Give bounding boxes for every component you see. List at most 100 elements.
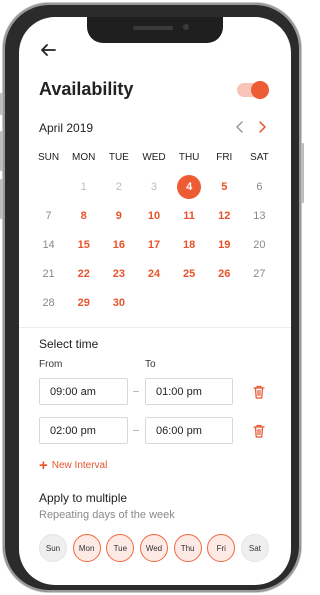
page-title: Availability [39, 79, 134, 99]
availability-toggle[interactable] [237, 81, 269, 99]
chevron-left-icon[interactable] [233, 119, 247, 135]
calendar-day-number: 4 [177, 174, 202, 199]
calendar-day-number: 3 [150, 180, 158, 193]
toggle-knob [251, 81, 269, 99]
calendar-day-selected[interactable]: 4 [172, 172, 207, 201]
weekday-header: SUN MON TUE WED THU FRI SAT [31, 152, 277, 163]
calendar-day[interactable]: 17 [136, 230, 171, 259]
day-chip-thu[interactable]: Thu [173, 534, 202, 562]
calendar-day[interactable]: 2 [101, 172, 136, 201]
from-label: From [39, 359, 63, 370]
new-interval-label: New Interval [51, 460, 108, 471]
calendar-day[interactable]: 5 [207, 172, 242, 201]
interval-1-to-field[interactable]: 01:00 pm [145, 378, 233, 405]
chevron-right-icon[interactable] [255, 119, 269, 135]
front-camera [183, 24, 189, 30]
weekday-label: FRI [216, 152, 233, 163]
calendar-day-number: 22 [77, 267, 90, 280]
phone-frame: Availability April 2019 SUN MON TUE WED THU F… [0, 3, 304, 592]
calendar-day[interactable]: 20 [242, 230, 277, 259]
interval-2-to-field[interactable]: 06:00 pm [145, 417, 233, 444]
calendar-day[interactable]: 7 [31, 201, 66, 230]
day-chip-sat[interactable]: Sat [240, 534, 269, 562]
plus-icon: + [39, 457, 48, 474]
calendar-day-number: 18 [183, 238, 196, 251]
calendar-day[interactable]: 23 [101, 259, 136, 288]
calendar-day-number: 11 [183, 209, 195, 222]
calendar-day-number: 27 [253, 267, 266, 280]
weekday-label: SAT [250, 152, 269, 163]
calendar-day[interactable]: 16 [101, 230, 136, 259]
calendar-day-number: 1 [80, 180, 87, 193]
calendar-day[interactable]: 25 [172, 259, 207, 288]
speaker [133, 26, 173, 30]
month-label: April 2019 [39, 121, 94, 135]
weekday-label: TUE [108, 152, 129, 163]
calendar-day[interactable]: 9 [101, 201, 136, 230]
mute-switch [0, 93, 3, 115]
day-chip-wed[interactable]: Wed [139, 534, 168, 562]
calendar-day-number: 25 [183, 267, 196, 280]
apply-multiple-subtitle: Repeating days of the week [39, 509, 175, 521]
divider [19, 327, 291, 328]
calendar-day[interactable]: 24 [136, 259, 171, 288]
calendar-day[interactable]: 8 [66, 201, 101, 230]
calendar-day-number: 5 [221, 180, 228, 193]
calendar-day-number: 20 [253, 238, 266, 251]
calendar-day[interactable]: 3 [136, 172, 171, 201]
weekday-label: WED [142, 152, 166, 163]
trash-icon[interactable] [253, 385, 265, 399]
back-arrow-icon[interactable] [39, 41, 57, 59]
calendar-day-number: 13 [253, 209, 266, 222]
calendar-day[interactable]: 11 [172, 201, 207, 230]
calendar-week: 28 29 30 [31, 288, 277, 317]
calendar-day-number: 26 [218, 267, 231, 280]
calendar-day[interactable]: 14 [31, 230, 66, 259]
calendar-day[interactable]: 1 [66, 172, 101, 201]
calendar-day-number: 8 [80, 209, 87, 222]
calendar-day[interactable]: 10 [136, 201, 171, 230]
app-screen: Availability April 2019 SUN MON TUE WED THU F… [19, 17, 291, 585]
calendar-day[interactable]: 18 [172, 230, 207, 259]
calendar-day[interactable]: 6 [242, 172, 277, 201]
calendar-day[interactable]: 21 [31, 259, 66, 288]
calendar-day-number: 2 [115, 180, 122, 193]
new-interval-button[interactable]: + New Interval [39, 458, 107, 473]
volume-down-button [0, 179, 3, 219]
calendar-day[interactable]: 22 [66, 259, 101, 288]
calendar-day[interactable]: 19 [207, 230, 242, 259]
calendar-day-number: 19 [218, 238, 231, 251]
volume-up-button [0, 131, 3, 171]
calendar-day-number: 24 [147, 267, 161, 280]
calendar-day[interactable]: 15 [66, 230, 101, 259]
calendar-day-number: 23 [112, 267, 125, 280]
interval-1-from-field[interactable]: 09:00 am [39, 378, 128, 405]
calendar-day[interactable]: 29 [66, 288, 101, 317]
calendar-day[interactable]: 30 [101, 288, 136, 317]
day-chip-fri[interactable]: Fri [207, 534, 236, 562]
weekday-chips: Sun Mon Tue Wed Thu Fri Sat [39, 534, 269, 562]
calendar-day-number: 16 [112, 238, 125, 251]
select-time-title: Select time [39, 337, 99, 351]
calendar-day[interactable]: 27 [242, 259, 277, 288]
day-chip-tue[interactable]: Tue [106, 534, 135, 562]
calendar-day[interactable]: 12 [207, 201, 242, 230]
calendar-day-number: 9 [115, 209, 122, 222]
calendar-day-number: 6 [256, 180, 263, 193]
calendar-day-number: 10 [147, 209, 161, 222]
calendar-grid: 1 2 3 4 5 6 7 8 9 10 11 12 13 14 15 16 17 18 19 20 21 22 23 24 2… [31, 172, 277, 317]
calendar-day[interactable]: 13 [242, 201, 277, 230]
day-chip-sun[interactable]: Sun [39, 534, 67, 562]
day-chip-mon[interactable]: Mon [72, 534, 101, 562]
interval-2-from-field[interactable]: 02:00 pm [39, 417, 128, 444]
weekday-label: SUN [38, 152, 60, 163]
calendar-day-number: 12 [218, 209, 231, 222]
apply-multiple-title: Apply to multiple [39, 491, 128, 505]
power-button [301, 143, 304, 203]
calendar-day[interactable]: 28 [31, 288, 66, 317]
trash-icon[interactable] [253, 424, 265, 438]
range-dash [133, 391, 139, 392]
calendar-day[interactable]: 26 [207, 259, 242, 288]
weekday-label: THU [178, 152, 200, 163]
range-dash [133, 430, 139, 431]
